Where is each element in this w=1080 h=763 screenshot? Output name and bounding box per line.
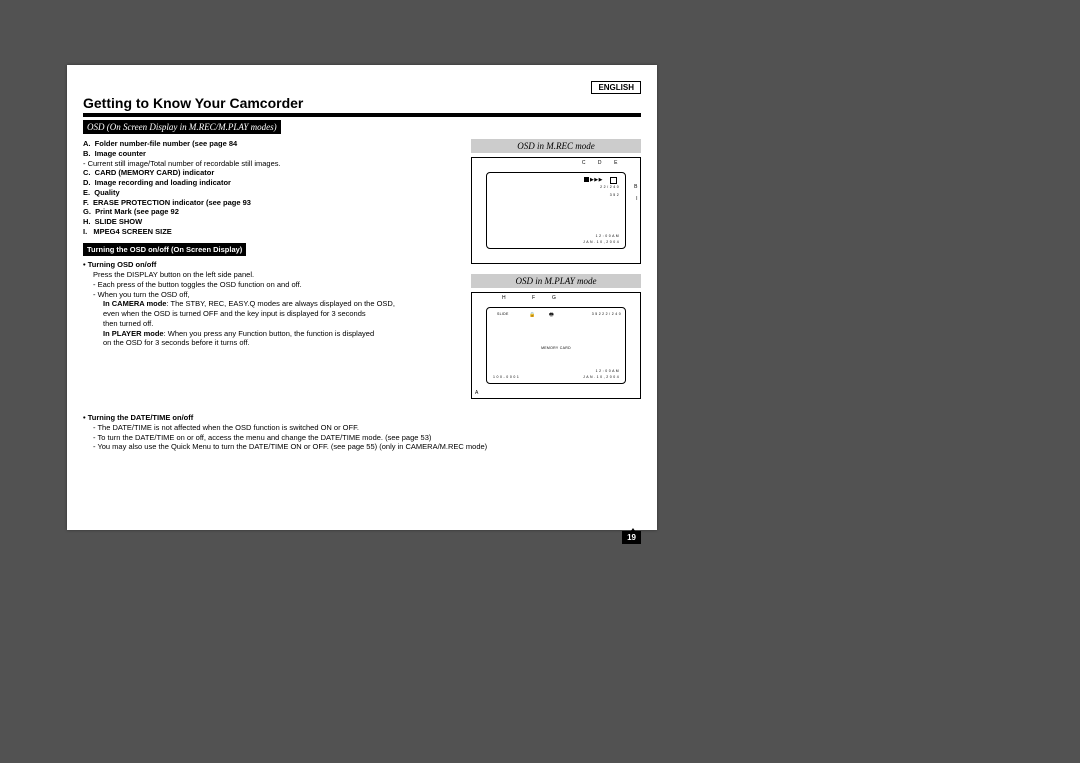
s1-l5: even when the OSD is turned OFF and the … xyxy=(83,309,461,319)
d2-screen: SLIDE 🔒 🖶 3 5 2 2 2 / 2 4 0 MEMORY CARD … xyxy=(486,307,626,384)
item-d: Image recording and loading indicator xyxy=(95,178,231,187)
left-column: A. Folder number-file number (see page 8… xyxy=(83,139,461,409)
d1-time: 1 2 : 0 0 A M xyxy=(596,234,619,238)
lock-icon: 🔒 xyxy=(529,312,536,318)
item-g: Print Mark (see page 92 xyxy=(95,207,179,216)
d2-date: J A N . 1 0 , 2 0 0 4 xyxy=(583,375,619,379)
d1-date: J A N . 1 0 , 2 0 0 4 xyxy=(583,240,619,244)
s1-l6: then turned off. xyxy=(83,319,461,329)
page-title: Getting to Know Your Camcorder xyxy=(83,95,641,111)
diagram1: E D C B I 2 2 / 2 4 0 3 5 2 ▶▶▶ 1 2 : 0 … xyxy=(471,157,641,264)
manual-page: ENGLISH Getting to Know Your Camcorder O… xyxy=(67,65,657,530)
card-icon xyxy=(584,177,589,182)
s2-l2: - To turn the DATE/TIME on or off, acces… xyxy=(83,433,641,443)
s1-l7a: In PLAYER mode xyxy=(103,329,164,338)
d1-size: 3 5 2 xyxy=(610,193,619,197)
d2-size: 3 5 2 xyxy=(592,312,601,316)
s1-l4b: : The STBY, REC, EASY.Q modes are always… xyxy=(166,299,394,308)
diagram2-title: OSD in M.PLAY mode xyxy=(471,274,641,288)
s1-l8: on the OSD for 3 seconds before it turns… xyxy=(83,338,461,348)
d1-screen: 2 2 / 2 4 0 3 5 2 ▶▶▶ 1 2 : 0 0 A M J A … xyxy=(486,172,626,249)
section2: Turning the DATE/TIME on/off - The DATE/… xyxy=(83,413,641,452)
diagram1-title: OSD in M.REC mode xyxy=(471,139,641,153)
d1-lbl-d: D xyxy=(598,160,602,166)
d2-folder: 1 0 0 - 0 0 0 1 xyxy=(493,375,519,379)
item-h: SLIDE SHOW xyxy=(95,217,143,226)
page-number: 19 xyxy=(622,531,641,544)
section2-heading: Turning the DATE/TIME on/off xyxy=(83,413,193,422)
page-subtitle: OSD (On Screen Display in M.REC/M.PLAY m… xyxy=(83,120,281,134)
d2-card: MEMORY CARD xyxy=(487,346,625,350)
item-f: ERASE PROTECTION indicator (see page 93 xyxy=(93,198,251,207)
d2-lbl-g: G xyxy=(552,295,556,301)
language-badge: ENGLISH xyxy=(591,81,641,94)
print-icon: 🖶 xyxy=(549,312,554,320)
s1-l4a: In CAMERA mode xyxy=(103,299,166,308)
item-i: MPEG4 SCREEN SIZE xyxy=(93,227,171,236)
title-rule xyxy=(83,113,641,117)
item-b-sub: - Current still image/Total number of re… xyxy=(83,159,461,169)
s2-l3: - You may also use the Quick Menu to tur… xyxy=(83,442,641,452)
d1-lbl-c: C xyxy=(582,160,586,166)
diagram2: H F G A SLIDE 🔒 🖶 3 5 2 2 2 / 2 4 0 MEMO… xyxy=(471,292,641,399)
d2-lbl-h: H xyxy=(502,295,506,301)
d2-lbl-a: A xyxy=(475,390,479,396)
item-a: Folder number-file number (see page 84 xyxy=(95,139,238,148)
item-c: CARD (MEMORY CARD) indicator xyxy=(95,168,215,177)
s1-l7b: : When you press any Function button, th… xyxy=(164,329,375,338)
right-column: OSD in M.REC mode E D C B I 2 2 / 2 4 0 … xyxy=(471,139,641,409)
d2-lbl-f: F xyxy=(532,295,536,301)
s1-l3: - When you turn the OSD off, xyxy=(83,290,461,300)
s1-l1: Press the DISPLAY button on the left sid… xyxy=(83,270,461,280)
d1-lbl-i: I xyxy=(636,196,638,202)
d2-count: 2 2 / 2 4 0 xyxy=(602,312,621,316)
d2-time: 1 2 : 0 0 A M xyxy=(596,369,619,373)
item-e: Quality xyxy=(94,188,119,197)
section-header-blackbox: Turning the OSD on/off (On Screen Displa… xyxy=(83,243,246,257)
item-b: Image counter xyxy=(95,149,146,158)
d1-lbl-b: B xyxy=(634,184,638,190)
d2-slide: SLIDE xyxy=(497,312,509,316)
s2-l1: - The DATE/TIME is not affected when the… xyxy=(83,423,641,433)
quality-icon xyxy=(610,177,617,184)
s1-l2: - Each press of the button toggles the O… xyxy=(83,280,461,290)
d1-count: 2 2 / 2 4 0 xyxy=(600,185,619,189)
section1-heading: Turning OSD on/off xyxy=(83,260,156,269)
arrows-icon: ▶▶▶ xyxy=(590,177,603,183)
d1-lbl-e: E xyxy=(614,160,618,166)
